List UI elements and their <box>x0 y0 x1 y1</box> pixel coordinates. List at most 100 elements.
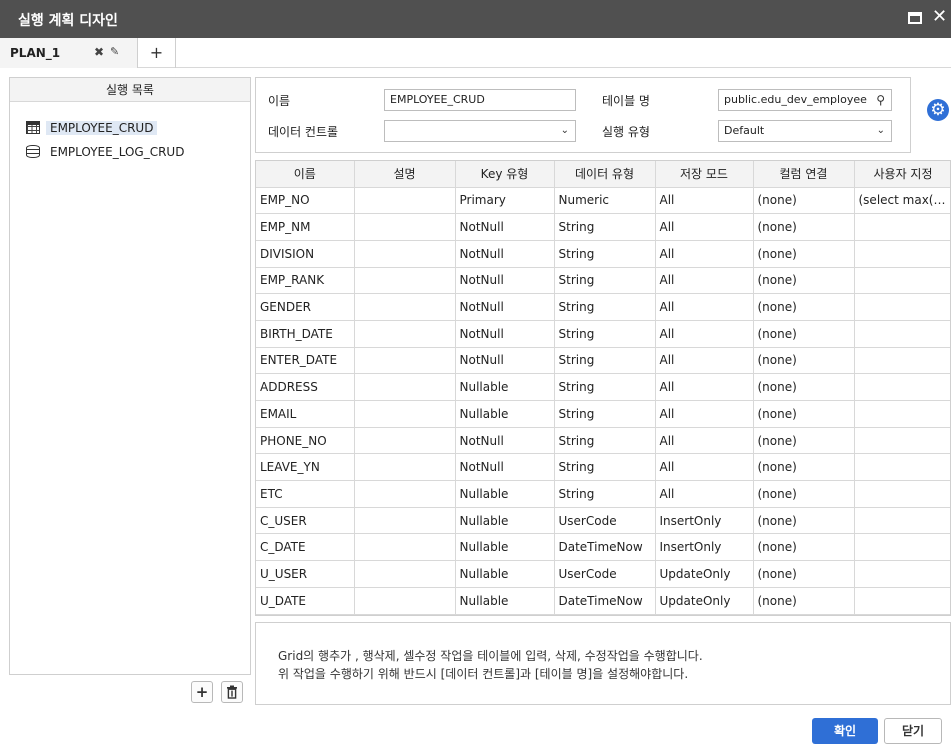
table-cell[interactable] <box>854 453 950 482</box>
table-cell[interactable] <box>854 213 950 241</box>
table-cell[interactable]: BIRTH_DATE <box>256 320 355 348</box>
table-cell[interactable]: EMAIL <box>256 400 355 428</box>
table-cell[interactable]: (none) <box>753 373 855 401</box>
table-cell[interactable] <box>354 533 456 562</box>
table-cell[interactable]: (select max(e... <box>854 187 950 215</box>
table-cell[interactable]: InsertOnly <box>655 533 754 562</box>
table-cell[interactable]: GENDER <box>256 293 355 321</box>
table-cell[interactable]: String <box>554 480 656 508</box>
table-cell[interactable]: (none) <box>753 400 855 428</box>
table-cell[interactable]: (none) <box>753 347 855 375</box>
table-row[interactable]: LEAVE_YN NotNull String All (none) <box>256 453 950 482</box>
table-cell[interactable]: (none) <box>753 320 855 348</box>
table-row[interactable]: U_DATE Nullable DateTimeNow UpdateOnly (none… <box>256 587 950 615</box>
table-cell[interactable]: ETC <box>256 480 355 508</box>
table-cell[interactable] <box>354 453 456 482</box>
tab-plan-1[interactable]: PLAN_1 ✖ ✎ <box>0 38 138 68</box>
table-cell[interactable]: (none) <box>753 587 855 615</box>
table-cell[interactable]: (none) <box>753 293 855 321</box>
table-row[interactable]: EMP_NO Primary Numeric All (none) (select max… <box>256 187 950 215</box>
table-cell[interactable]: NotNull <box>455 320 555 348</box>
table-cell[interactable]: All <box>655 267 754 295</box>
column-header[interactable]: Key 유형 <box>455 161 555 188</box>
table-name-input[interactable]: public.edu_dev_employee ⚲ <box>718 89 892 111</box>
close-button[interactable]: 닫기 <box>884 718 942 744</box>
table-cell[interactable]: (none) <box>753 480 855 508</box>
column-header[interactable]: 이름 <box>256 161 355 188</box>
table-cell[interactable]: Nullable <box>455 533 555 562</box>
table-cell[interactable]: Primary <box>455 187 555 215</box>
table-cell[interactable]: All <box>655 400 754 428</box>
table-cell[interactable]: NotNull <box>455 267 555 295</box>
table-cell[interactable]: (none) <box>753 187 855 215</box>
table-cell[interactable]: All <box>655 427 754 455</box>
table-cell[interactable]: (none) <box>753 267 855 295</box>
table-cell[interactable] <box>854 373 950 401</box>
table-cell[interactable] <box>354 427 456 455</box>
table-cell[interactable] <box>354 187 456 215</box>
table-cell[interactable] <box>354 213 456 241</box>
table-row[interactable]: U_USER Nullable UserCode UpdateOnly (none) <box>256 560 950 588</box>
delete-item-button[interactable] <box>221 681 243 703</box>
name-input[interactable]: EMPLOYEE_CRUD <box>384 89 576 111</box>
table-cell[interactable]: All <box>655 187 754 215</box>
table-cell[interactable]: EMP_NM <box>256 213 355 241</box>
table-cell[interactable]: All <box>655 320 754 348</box>
table-cell[interactable]: DIVISION <box>256 240 355 268</box>
table-cell[interactable]: All <box>655 453 754 482</box>
table-cell[interactable]: NotNull <box>455 240 555 268</box>
table-cell[interactable] <box>354 293 456 321</box>
table-cell[interactable] <box>354 560 456 588</box>
table-row[interactable]: GENDER NotNull String All (none) <box>256 293 950 321</box>
table-row[interactable]: ADDRESS Nullable String All (none) <box>256 373 950 401</box>
maximize-icon[interactable] <box>908 12 922 24</box>
table-cell[interactable]: All <box>655 373 754 401</box>
table-cell[interactable]: All <box>655 293 754 321</box>
table-cell[interactable]: Nullable <box>455 373 555 401</box>
table-cell[interactable]: UserCode <box>554 507 656 535</box>
table-cell[interactable] <box>854 587 950 615</box>
table-row[interactable]: C_DATE Nullable DateTimeNow InsertOnly (none… <box>256 533 950 562</box>
table-cell[interactable] <box>354 240 456 268</box>
table-cell[interactable] <box>854 293 950 321</box>
table-cell[interactable]: NotNull <box>455 427 555 455</box>
table-cell[interactable]: (none) <box>753 427 855 455</box>
table-cell[interactable]: (none) <box>753 453 855 482</box>
table-cell[interactable] <box>354 480 456 508</box>
table-cell[interactable]: Nullable <box>455 400 555 428</box>
table-cell[interactable]: U_USER <box>256 560 355 588</box>
table-cell[interactable] <box>854 347 950 375</box>
gear-icon[interactable]: ⚙ <box>927 99 949 121</box>
table-cell[interactable] <box>854 400 950 428</box>
table-row[interactable]: EMP_NM NotNull String All (none) <box>256 213 950 241</box>
table-cell[interactable]: All <box>655 480 754 508</box>
table-cell[interactable]: C_DATE <box>256 533 355 562</box>
table-cell[interactable]: String <box>554 293 656 321</box>
close-icon[interactable]: ✕ <box>932 8 947 26</box>
table-cell[interactable]: NotNull <box>455 347 555 375</box>
list-item-employee-log-crud[interactable]: EMPLOYEE_LOG_CRUD <box>26 142 188 162</box>
table-cell[interactable]: DateTimeNow <box>554 533 656 562</box>
table-row[interactable]: EMP_RANK NotNull String All (none) <box>256 267 950 295</box>
table-cell[interactable]: NotNull <box>455 213 555 241</box>
table-cell[interactable]: String <box>554 240 656 268</box>
table-cell[interactable]: String <box>554 320 656 348</box>
table-cell[interactable] <box>354 400 456 428</box>
table-cell[interactable] <box>354 507 456 535</box>
table-cell[interactable] <box>854 427 950 455</box>
column-header[interactable]: 컬럼 연결 <box>753 161 855 188</box>
exec-type-select[interactable]: Default ⌄ <box>718 120 892 142</box>
table-cell[interactable]: LEAVE_YN <box>256 453 355 482</box>
table-cell[interactable]: String <box>554 347 656 375</box>
table-row[interactable]: DIVISION NotNull String All (none) <box>256 240 950 268</box>
table-cell[interactable]: NotNull <box>455 453 555 482</box>
table-cell[interactable]: (none) <box>753 507 855 535</box>
table-cell[interactable]: Nullable <box>455 587 555 615</box>
table-cell[interactable]: Nullable <box>455 480 555 508</box>
column-header[interactable]: 저장 모드 <box>655 161 754 188</box>
table-cell[interactable]: ADDRESS <box>256 373 355 401</box>
table-row[interactable]: BIRTH_DATE NotNull String All (none) <box>256 320 950 348</box>
table-cell[interactable]: DateTimeNow <box>554 587 656 615</box>
search-icon[interactable]: ⚲ <box>876 90 885 110</box>
table-cell[interactable]: String <box>554 453 656 482</box>
